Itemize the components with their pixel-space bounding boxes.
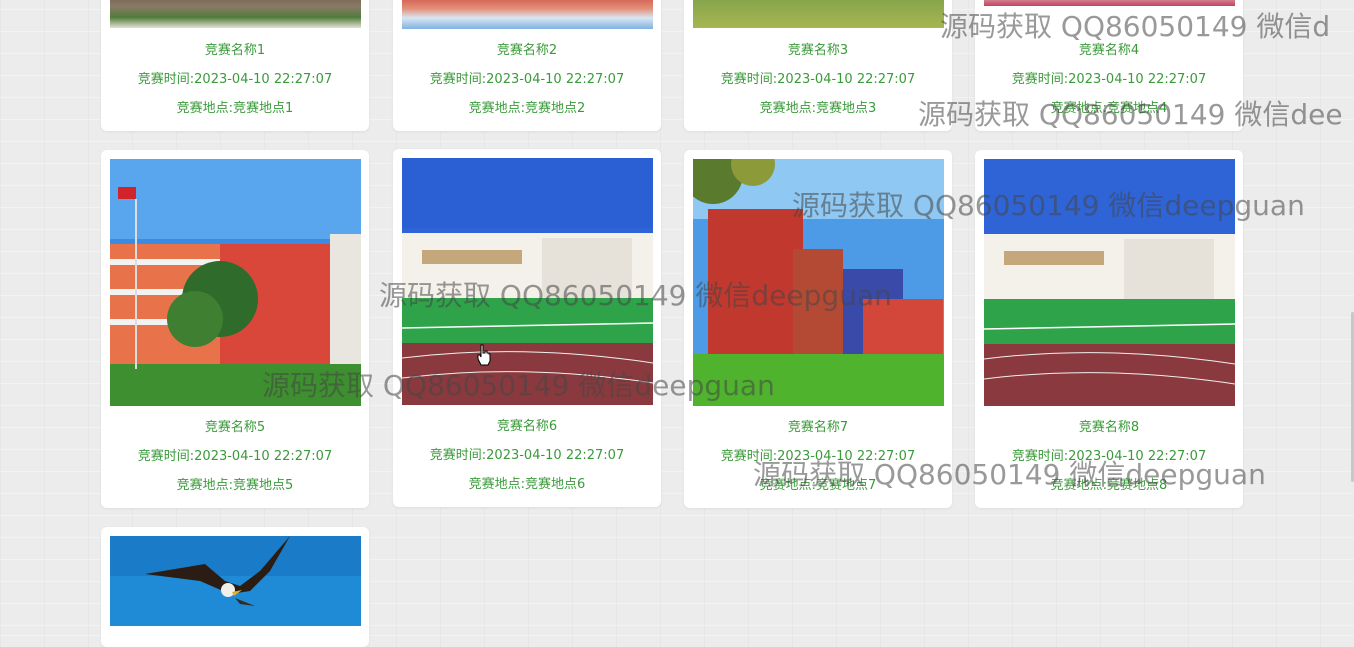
competition-image-5[interactable] — [110, 159, 361, 406]
competition-image-4[interactable] — [984, 0, 1235, 6]
competition-card-9[interactable] — [101, 527, 369, 647]
competition-name[interactable]: 竞赛名称4 — [975, 36, 1243, 65]
hand-cursor-icon — [477, 344, 491, 366]
competition-time: 竞赛时间:2023-04-10 22:27:07 — [137, 449, 333, 464]
competition-card-8[interactable]: 竞赛名称8 竞赛时间:2023-04-10 22:27:07 竞赛地点:竞赛地点… — [975, 150, 1243, 508]
competition-card-5[interactable]: 竞赛名称5 竞赛时间:2023-04-10 22:27:07 竞赛地点:竞赛地点… — [101, 150, 369, 508]
competition-card-2[interactable]: 竞赛名称2 竞赛时间:2023-04-10 22:27:07 竞赛地点:竞赛地点… — [393, 0, 661, 131]
competition-place: 竞赛地点:竞赛地点4 — [1050, 101, 1168, 116]
competition-place: 竞赛地点:竞赛地点1 — [176, 101, 294, 116]
competition-image-3[interactable] — [693, 0, 944, 28]
competition-name[interactable]: 竞赛名称8 — [975, 413, 1243, 442]
competition-time: 竞赛时间:2023-04-10 22:27:07 — [1011, 72, 1207, 87]
competition-name[interactable]: 竞赛名称1 — [101, 36, 369, 65]
stadium-school-photo — [402, 158, 653, 405]
competition-time: 竞赛时间:2023-04-10 22:27:07 — [720, 449, 916, 464]
competition-place: 竞赛地点:竞赛地点8 — [1050, 478, 1168, 493]
competition-place: 竞赛地点:竞赛地点2 — [468, 101, 586, 116]
competition-name[interactable]: 竞赛名称3 — [684, 36, 952, 65]
competition-name[interactable]: 竞赛名称5 — [101, 413, 369, 442]
competition-card-3[interactable]: 竞赛名称3 竞赛时间:2023-04-10 22:27:07 竞赛地点:竞赛地点… — [684, 0, 952, 131]
competition-image-1[interactable] — [110, 0, 361, 28]
competition-time: 竞赛时间:2023-04-10 22:27:07 — [1011, 449, 1207, 464]
page-scrollbar[interactable] — [1350, 0, 1354, 626]
competition-place: 竞赛地点:竞赛地点6 — [468, 477, 586, 492]
competition-image-9[interactable] — [110, 536, 361, 626]
eagle-sky-photo — [110, 536, 361, 626]
stadium-school-photo — [984, 159, 1235, 406]
competition-image-2[interactable] — [402, 0, 653, 29]
competition-name[interactable]: 竞赛名称6 — [393, 412, 661, 441]
competition-card-1[interactable]: 竞赛名称1 竞赛时间:2023-04-10 22:27:07 竞赛地点:竞赛地点… — [101, 0, 369, 131]
competition-card-6[interactable]: 竞赛名称6 竞赛时间:2023-04-10 22:27:07 竞赛地点:竞赛地点… — [393, 149, 661, 507]
school-building-tree-photo — [693, 159, 944, 406]
competition-place: 竞赛地点:竞赛地点7 — [759, 478, 877, 493]
competition-time: 竞赛时间:2023-04-10 22:27:07 — [429, 448, 625, 463]
competition-time: 竞赛时间:2023-04-10 22:27:07 — [429, 72, 625, 87]
competition-image-7[interactable] — [693, 159, 944, 406]
competition-place: 竞赛地点:竞赛地点3 — [759, 101, 877, 116]
competition-name[interactable]: 竞赛名称2 — [393, 36, 661, 65]
competition-place: 竞赛地点:竞赛地点5 — [176, 478, 294, 493]
competition-time: 竞赛时间:2023-04-10 22:27:07 — [720, 72, 916, 87]
competition-time: 竞赛时间:2023-04-10 22:27:07 — [137, 72, 333, 87]
competition-card-7[interactable]: 竞赛名称7 竞赛时间:2023-04-10 22:27:07 竞赛地点:竞赛地点… — [684, 150, 952, 508]
competition-name[interactable]: 竞赛名称7 — [684, 413, 952, 442]
competition-card-4[interactable]: 竞赛名称4 竞赛时间:2023-04-10 22:27:07 竞赛地点:竞赛地点… — [975, 0, 1243, 131]
competition-image-6[interactable] — [402, 158, 653, 405]
competition-image-8[interactable] — [984, 159, 1235, 406]
red-brick-school-photo — [110, 159, 361, 406]
